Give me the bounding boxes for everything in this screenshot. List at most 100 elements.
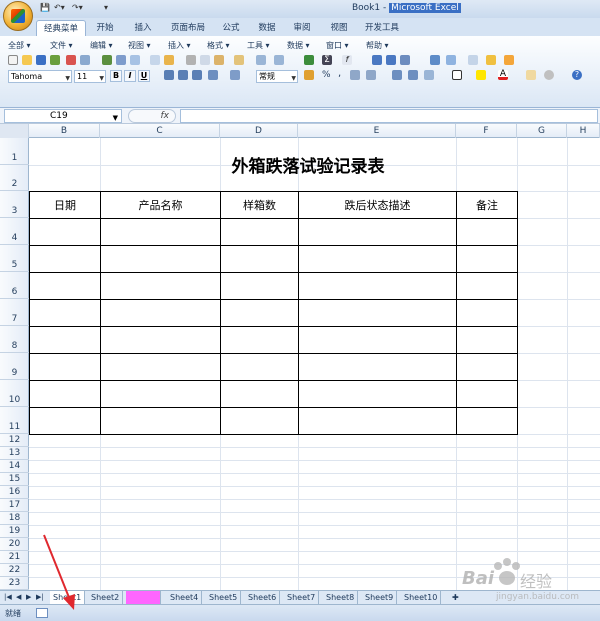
row-header[interactable]: 5 <box>0 245 29 272</box>
text-style-icon[interactable] <box>526 70 536 80</box>
bold-button[interactable]: B <box>110 70 122 82</box>
row-header[interactable]: 6 <box>0 272 29 299</box>
tab-home[interactable]: 开始 <box>90 20 120 36</box>
row-header[interactable]: 15 <box>0 473 29 486</box>
find-icon[interactable] <box>544 70 554 80</box>
translate-icon[interactable] <box>130 55 140 65</box>
comma-button[interactable]: , <box>338 69 348 80</box>
row-header[interactable]: 23 <box>0 577 29 590</box>
save-icon[interactable]: 💾 <box>40 3 50 15</box>
row-header[interactable]: 9 <box>0 353 29 380</box>
table-cell[interactable] <box>456 245 518 273</box>
table-cell[interactable] <box>29 272 101 300</box>
menu-data[interactable]: 数据 ▾ <box>287 40 310 51</box>
print-icon[interactable] <box>66 55 76 65</box>
row-header[interactable]: 4 <box>0 218 29 245</box>
sheet-tab-8[interactable]: Sheet8 <box>323 591 359 604</box>
table-cell[interactable] <box>298 272 457 300</box>
table-cell[interactable] <box>298 380 457 408</box>
tab-review[interactable]: 审阅 <box>287 20 317 36</box>
table-cell[interactable] <box>456 380 518 408</box>
table-cell[interactable] <box>298 407 457 435</box>
clear-icon[interactable] <box>164 55 174 65</box>
table-cell[interactable] <box>29 407 101 435</box>
row-header[interactable]: 22 <box>0 564 29 577</box>
currency-icon[interactable] <box>304 70 314 80</box>
row-header[interactable]: 11 <box>0 407 29 434</box>
menu-tools[interactable]: 工具 ▾ <box>247 40 270 51</box>
decrease-decimal-icon[interactable] <box>366 70 376 80</box>
drawing-icon[interactable] <box>446 55 456 65</box>
align-right-icon[interactable] <box>192 70 202 80</box>
table-cell[interactable] <box>100 380 221 408</box>
save-toolbar-icon[interactable] <box>36 55 46 65</box>
redo-icon[interactable]: ↷▾ <box>72 3 83 15</box>
tab-page-layout[interactable]: 页面布局 <box>164 20 212 36</box>
styles-icon[interactable] <box>424 70 434 80</box>
increase-indent-icon[interactable] <box>408 70 418 80</box>
column-header-g[interactable]: G <box>517 124 567 138</box>
research-icon[interactable] <box>116 55 126 65</box>
font-name-select[interactable]: Tahoma ▼ <box>8 70 72 83</box>
undo-toolbar-icon[interactable] <box>256 55 266 65</box>
table-cell[interactable] <box>100 272 221 300</box>
sort-descending-icon[interactable] <box>386 55 396 65</box>
menu-file[interactable]: 文件 ▾ <box>50 40 73 51</box>
increase-decimal-icon[interactable] <box>350 70 360 80</box>
table-cell[interactable] <box>298 299 457 327</box>
table-cell[interactable] <box>29 380 101 408</box>
last-sheet-icon[interactable]: ▶| <box>36 593 44 601</box>
column-header-f[interactable]: F <box>456 124 517 138</box>
new-icon[interactable] <box>8 55 18 65</box>
table-cell[interactable] <box>220 380 299 408</box>
menu-help[interactable]: 帮助 ▾ <box>366 40 389 51</box>
header-cell-date[interactable]: 日期 <box>29 191 101 219</box>
table-cell[interactable] <box>298 245 457 273</box>
macro-record-icon[interactable] <box>36 608 48 618</box>
fill-color-icon[interactable] <box>476 70 486 80</box>
column-header-h[interactable]: H <box>567 124 600 138</box>
open-icon[interactable] <box>22 55 32 65</box>
header-cell-sample-count[interactable]: 样箱数 <box>220 191 299 219</box>
paste-icon[interactable] <box>214 55 224 65</box>
tab-classic-menu[interactable]: 经典菜单 <box>36 20 86 36</box>
borders-icon[interactable] <box>452 70 462 80</box>
table-cell[interactable] <box>29 299 101 327</box>
permission-icon[interactable] <box>50 55 60 65</box>
table-cell[interactable] <box>100 299 221 327</box>
row-header[interactable]: 21 <box>0 551 29 564</box>
merge-center-icon[interactable] <box>208 70 218 80</box>
table-cell[interactable] <box>100 218 221 246</box>
table-cell[interactable] <box>29 218 101 246</box>
undo-icon[interactable]: ↶▾ <box>54 3 65 15</box>
row-header[interactable]: 14 <box>0 460 29 473</box>
row-header[interactable]: 16 <box>0 486 29 499</box>
wrap-text-icon[interactable] <box>230 70 240 80</box>
sheet-tab-5[interactable]: Sheet5 <box>206 591 242 604</box>
column-header-d[interactable]: D <box>220 124 298 138</box>
table-cell[interactable] <box>29 245 101 273</box>
sheet-tab-4[interactable]: Sheet4 <box>167 591 203 604</box>
hyperlink-icon[interactable] <box>304 55 314 65</box>
folder-icon[interactable] <box>486 55 496 65</box>
sheet-tab-1[interactable]: Sheet1 <box>50 591 86 604</box>
row-header[interactable]: 20 <box>0 538 29 551</box>
tab-insert[interactable]: 插入 <box>128 20 158 36</box>
table-cell[interactable] <box>220 326 299 354</box>
table-cell[interactable] <box>456 272 518 300</box>
underline-button[interactable]: U <box>138 70 150 82</box>
select-all-corner[interactable] <box>0 124 29 138</box>
tab-view[interactable]: 视图 <box>324 20 354 36</box>
sheet-tab-10[interactable]: Sheet10 <box>401 591 442 604</box>
header-cell-remarks[interactable]: 备注 <box>456 191 518 219</box>
copy-icon[interactable] <box>200 55 210 65</box>
table-cell[interactable] <box>220 272 299 300</box>
filter-icon[interactable] <box>400 55 410 65</box>
decrease-indent-icon[interactable] <box>392 70 402 80</box>
sheet-tab-7[interactable]: Sheet7 <box>284 591 320 604</box>
percent-button[interactable]: % <box>322 70 332 80</box>
table-cell[interactable] <box>220 299 299 327</box>
tab-developer[interactable]: 开发工具 <box>358 20 406 36</box>
name-box[interactable]: C19 ▼ <box>4 109 122 123</box>
sheet-tab-9[interactable]: Sheet9 <box>362 591 398 604</box>
